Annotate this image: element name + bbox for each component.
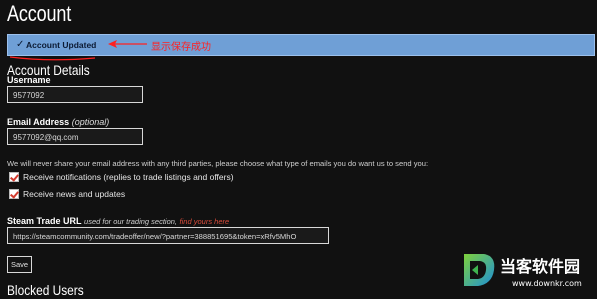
email-preferences-note: We will never share your email address w…	[7, 159, 429, 168]
blocked-users-heading: Blocked Users	[7, 282, 84, 298]
save-button[interactable]: Save	[7, 256, 32, 273]
notifications-checkbox-label: Receive notifications (replies to trade …	[23, 172, 234, 182]
email-label: Email Address (optional)	[7, 117, 109, 127]
watermark-icon: 当客软件园 www.downkr.com	[464, 254, 582, 288]
news-checkbox-label: Receive news and updates	[23, 189, 126, 199]
banner-message: Account Updated	[26, 40, 97, 50]
trade-url-label-text: Steam Trade URL	[7, 216, 82, 226]
page-title: Account	[7, 1, 72, 26]
find-trade-url-link[interactable]: find yours here	[180, 217, 230, 226]
email-optional-label: (optional)	[71, 117, 110, 127]
watermark-url: www.downkr.com	[512, 279, 582, 288]
email-label-text: Email Address	[7, 117, 70, 127]
news-checkbox-row[interactable]: Receive news and updates	[9, 189, 125, 199]
notifications-checkbox[interactable]	[9, 172, 19, 182]
trade-url-field[interactable]: https://steamcommunity.com/tradeoffer/ne…	[7, 227, 329, 244]
news-checkbox[interactable]	[9, 189, 19, 199]
annotation-text: 显示保存成功	[151, 42, 211, 53]
username-field[interactable]: 9577092	[7, 86, 143, 103]
watermark-brand: 当客软件园	[500, 257, 580, 276]
watermark-logo: 当客软件园 www.downkr.com	[460, 250, 595, 297]
email-field[interactable]: 9577092@qq.com	[7, 128, 143, 145]
notifications-checkbox-row[interactable]: Receive notifications (replies to trade …	[9, 172, 234, 182]
username-label: Username	[7, 75, 51, 85]
success-banner: ✓ Account Updated	[7, 34, 595, 56]
checkmark-icon: ✓	[16, 39, 25, 50]
trade-url-hint: used for our trading section,	[84, 217, 178, 226]
trade-url-label: Steam Trade URL used for our trading sec…	[7, 216, 229, 226]
